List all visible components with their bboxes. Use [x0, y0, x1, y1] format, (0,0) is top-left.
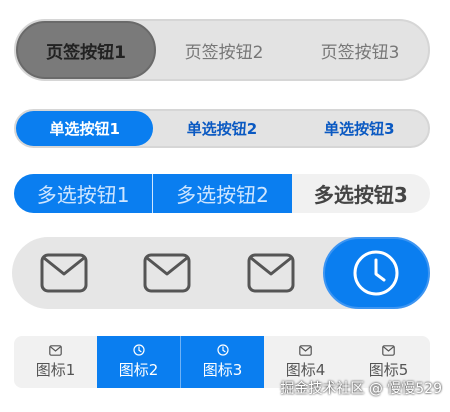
icon-segment-button-3[interactable] [219, 237, 323, 309]
single-select-button-3[interactable]: 单选按钮3 [291, 111, 428, 146]
icon-label-text: 图标5 [368, 360, 409, 379]
tab-button-2[interactable]: 页签按钮2 [156, 21, 292, 79]
icon-label-button-1[interactable]: 图标1 [14, 336, 97, 388]
icon-label-button-2[interactable]: 图标2 [97, 336, 180, 388]
multi-select-button-2[interactable]: 多选按钮2 [152, 174, 292, 213]
tab-button-3[interactable]: 页签按钮3 [292, 21, 428, 79]
mail-icon [299, 344, 312, 356]
icon-label-text: 图标2 [118, 361, 159, 379]
multi-select-control: 多选按钮1 多选按钮2 多选按钮3 [14, 174, 430, 213]
clock-icon [216, 344, 229, 356]
single-select-button-1[interactable]: 单选按钮1 [16, 111, 154, 146]
icon-segment-button-4[interactable] [322, 237, 430, 309]
single-select-button-2[interactable]: 单选按钮2 [153, 111, 290, 146]
mail-icon [143, 253, 191, 293]
icon-label-text: 图标3 [202, 361, 243, 379]
icon-label-text: 图标1 [35, 360, 76, 379]
mail-icon [382, 344, 395, 356]
clock-icon [132, 344, 145, 356]
multi-select-button-3[interactable]: 多选按钮3 [292, 174, 430, 213]
watermark: 掘金技术社区 @ 慢慢529 [280, 381, 442, 397]
mail-icon [247, 253, 295, 293]
multi-select-button-1[interactable]: 多选按钮1 [14, 174, 153, 213]
icon-label-text: 图标4 [285, 360, 326, 379]
clock-icon [353, 250, 399, 296]
icon-segment-button-1[interactable] [12, 237, 116, 309]
mail-icon [49, 344, 62, 356]
icon-label-button-3[interactable]: 图标3 [180, 336, 264, 388]
tab-button-1[interactable]: 页签按钮1 [16, 21, 156, 79]
tab-segmented-control: 页签按钮1 页签按钮2 页签按钮3 [14, 19, 430, 81]
icon-segmented-control [12, 237, 430, 309]
icon-segment-button-2[interactable] [116, 237, 220, 309]
mail-icon [40, 253, 88, 293]
single-select-control: 单选按钮1 单选按钮2 单选按钮3 [14, 109, 430, 148]
